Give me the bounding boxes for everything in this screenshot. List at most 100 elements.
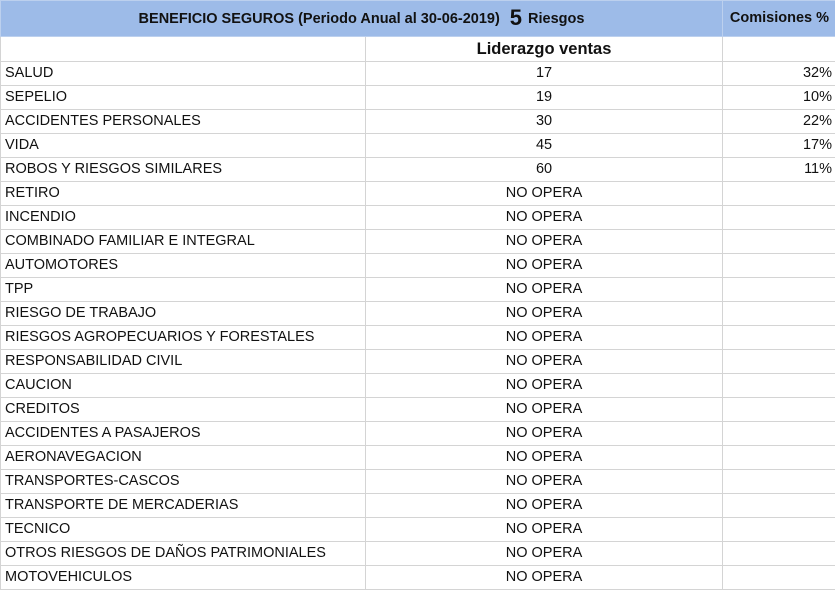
commission-cell[interactable]: 22% bbox=[722, 109, 835, 134]
leadership-value-cell[interactable]: 60 bbox=[364, 157, 724, 182]
commission-cell[interactable] bbox=[722, 205, 835, 230]
table-row: VIDA 45 17% bbox=[0, 133, 835, 158]
risk-name-cell[interactable]: ACCIDENTES PERSONALES bbox=[0, 109, 366, 134]
risk-name-cell[interactable]: RETIRO bbox=[0, 181, 366, 206]
table-row: TRANSPORTE DE MERCADERIAS NO OPERA bbox=[0, 493, 835, 518]
table-row: CAUCION NO OPERA bbox=[0, 373, 835, 398]
risk-name-cell[interactable]: MOTOVEHICULOS bbox=[0, 565, 366, 590]
commission-cell[interactable] bbox=[722, 421, 835, 446]
commission-cell[interactable] bbox=[722, 349, 835, 374]
leadership-value-cell[interactable]: NO OPERA bbox=[364, 445, 724, 470]
risk-name-cell[interactable]: TRANSPORTE DE MERCADERIAS bbox=[0, 493, 366, 518]
leadership-value-cell[interactable]: 17 bbox=[364, 61, 724, 86]
commission-cell[interactable] bbox=[722, 301, 835, 326]
leadership-value-cell[interactable]: NO OPERA bbox=[364, 325, 724, 350]
table-row: ACCIDENTES A PASAJEROS NO OPERA bbox=[0, 421, 835, 446]
insurance-table: BENEFICIO SEGUROS (Periodo Anual al 30-0… bbox=[0, 0, 835, 590]
table-row: ROBOS Y RIESGOS SIMILARES 60 11% bbox=[0, 157, 835, 182]
risk-count-unit: Riesgos bbox=[528, 11, 585, 27]
table-row: SALUD 17 32% bbox=[0, 61, 835, 86]
table-row: CREDITOS NO OPERA bbox=[0, 397, 835, 422]
table-title: BENEFICIO SEGUROS (Periodo Anual al 30-0… bbox=[138, 11, 500, 27]
risk-name-cell[interactable]: SALUD bbox=[0, 61, 366, 86]
risk-name-cell[interactable]: AERONAVEGACION bbox=[0, 445, 366, 470]
table-row: RESPONSABILIDAD CIVIL NO OPERA bbox=[0, 349, 835, 374]
commission-cell[interactable]: 17% bbox=[722, 133, 835, 158]
commission-cell[interactable] bbox=[722, 445, 835, 470]
risk-name-cell[interactable]: TECNICO bbox=[0, 517, 366, 542]
commission-cell[interactable] bbox=[722, 565, 835, 590]
table-row: OTROS RIESGOS DE DAÑOS PATRIMONIALES NO O… bbox=[0, 541, 835, 566]
risk-name-cell[interactable]: RIESGOS AGROPECUARIOS Y FORESTALES bbox=[0, 325, 366, 350]
leadership-value-cell[interactable]: NO OPERA bbox=[364, 541, 724, 566]
leadership-value-cell[interactable]: NO OPERA bbox=[364, 421, 724, 446]
leadership-value-cell[interactable]: NO OPERA bbox=[364, 253, 724, 278]
leadership-value-cell[interactable]: NO OPERA bbox=[364, 397, 724, 422]
leadership-value-cell[interactable]: NO OPERA bbox=[364, 565, 724, 590]
risk-name-cell[interactable]: RESPONSABILIDAD CIVIL bbox=[0, 349, 366, 374]
commission-cell[interactable] bbox=[722, 493, 835, 518]
risk-name-cell[interactable]: ROBOS Y RIESGOS SIMILARES bbox=[0, 157, 366, 182]
risk-name-cell[interactable]: CREDITOS bbox=[0, 397, 366, 422]
table-row: AERONAVEGACION NO OPERA bbox=[0, 445, 835, 470]
table-row: TECNICO NO OPERA bbox=[0, 517, 835, 542]
risk-name-cell[interactable]: INCENDIO bbox=[0, 205, 366, 230]
risk-name-cell[interactable]: RIESGO DE TRABAJO bbox=[0, 301, 366, 326]
table-row: RIESGO DE TRABAJO NO OPERA bbox=[0, 301, 835, 326]
leadership-value-cell[interactable]: NO OPERA bbox=[364, 517, 724, 542]
risk-name-cell[interactable]: TRANSPORTES-CASCOS bbox=[0, 469, 366, 494]
spreadsheet: BENEFICIO SEGUROS (Periodo Anual al 30-0… bbox=[0, 0, 835, 590]
risk-name-cell[interactable]: AUTOMOTORES bbox=[0, 253, 366, 278]
title-cell[interactable]: BENEFICIO SEGUROS (Periodo Anual al 30-0… bbox=[0, 0, 724, 37]
table-row: RIESGOS AGROPECUARIOS Y FORESTALES NO OPE… bbox=[0, 325, 835, 350]
commission-cell[interactable] bbox=[722, 277, 835, 302]
empty-cell[interactable] bbox=[722, 36, 835, 62]
commission-cell[interactable] bbox=[722, 541, 835, 566]
commissions-header[interactable]: Comisiones % bbox=[722, 0, 835, 37]
table-row: COMBINADO FAMILIAR E INTEGRAL NO OPERA bbox=[0, 229, 835, 254]
commission-cell[interactable]: 32% bbox=[722, 61, 835, 86]
leadership-value-cell[interactable]: NO OPERA bbox=[364, 301, 724, 326]
commission-cell[interactable] bbox=[722, 469, 835, 494]
commission-cell[interactable] bbox=[722, 517, 835, 542]
empty-cell[interactable] bbox=[0, 36, 366, 62]
sales-leadership-label[interactable]: Liderazgo ventas bbox=[364, 36, 724, 62]
leadership-value-cell[interactable]: NO OPERA bbox=[364, 469, 724, 494]
table-row: RETIRO NO OPERA bbox=[0, 181, 835, 206]
table-row: TRANSPORTES-CASCOS NO OPERA bbox=[0, 469, 835, 494]
leadership-value-cell[interactable]: NO OPERA bbox=[364, 349, 724, 374]
leadership-value-cell[interactable]: NO OPERA bbox=[364, 493, 724, 518]
leadership-value-cell[interactable]: NO OPERA bbox=[364, 277, 724, 302]
commission-cell[interactable] bbox=[722, 397, 835, 422]
risk-name-cell[interactable]: VIDA bbox=[0, 133, 366, 158]
table-row: TPP NO OPERA bbox=[0, 277, 835, 302]
table-row: MOTOVEHICULOS NO OPERA bbox=[0, 565, 835, 590]
table-row: AUTOMOTORES NO OPERA bbox=[0, 253, 835, 278]
commission-cell[interactable] bbox=[722, 181, 835, 206]
commission-cell[interactable] bbox=[722, 253, 835, 278]
leadership-value-cell[interactable]: NO OPERA bbox=[364, 229, 724, 254]
leadership-value-cell[interactable]: 45 bbox=[364, 133, 724, 158]
risk-name-cell[interactable]: SEPELIO bbox=[0, 85, 366, 110]
leadership-value-cell[interactable]: 30 bbox=[364, 109, 724, 134]
subheader-row: Liderazgo ventas bbox=[0, 36, 835, 62]
risk-name-cell[interactable]: OTROS RIESGOS DE DAÑOS PATRIMONIALES bbox=[0, 541, 366, 566]
table-row: ACCIDENTES PERSONALES 30 22% bbox=[0, 109, 835, 134]
risk-name-cell[interactable]: ACCIDENTES A PASAJEROS bbox=[0, 421, 366, 446]
commission-cell[interactable]: 10% bbox=[722, 85, 835, 110]
table-row: SEPELIO 19 10% bbox=[0, 85, 835, 110]
commission-cell[interactable] bbox=[722, 229, 835, 254]
table-row: INCENDIO NO OPERA bbox=[0, 205, 835, 230]
header-row: BENEFICIO SEGUROS (Periodo Anual al 30-0… bbox=[0, 0, 835, 37]
commission-cell[interactable] bbox=[722, 373, 835, 398]
risk-name-cell[interactable]: CAUCION bbox=[0, 373, 366, 398]
leadership-value-cell[interactable]: NO OPERA bbox=[364, 181, 724, 206]
commission-cell[interactable]: 11% bbox=[722, 157, 835, 182]
risk-name-cell[interactable]: TPP bbox=[0, 277, 366, 302]
leadership-value-cell[interactable]: NO OPERA bbox=[364, 205, 724, 230]
commission-cell[interactable] bbox=[722, 325, 835, 350]
leadership-value-cell[interactable]: NO OPERA bbox=[364, 373, 724, 398]
leadership-value-cell[interactable]: 19 bbox=[364, 85, 724, 110]
risk-name-cell[interactable]: COMBINADO FAMILIAR E INTEGRAL bbox=[0, 229, 366, 254]
risk-count: 5 bbox=[509, 5, 523, 30]
